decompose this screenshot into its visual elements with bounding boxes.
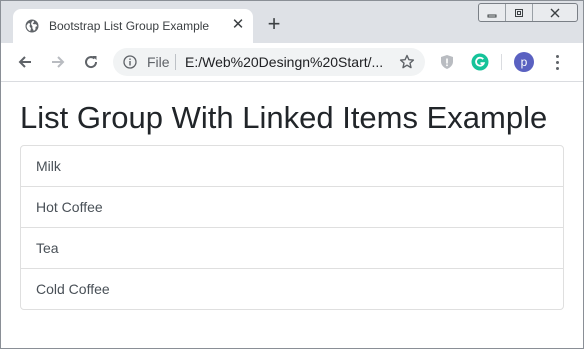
profile-avatar[interactable]: p bbox=[514, 52, 534, 72]
page-heading: List Group With Linked Items Example bbox=[20, 100, 548, 135]
close-window-button[interactable] bbox=[532, 4, 577, 21]
list-item-milk[interactable]: Milk bbox=[21, 146, 563, 186]
list-item-hot-coffee[interactable]: Hot Coffee bbox=[21, 186, 563, 227]
bookmark-star-icon[interactable] bbox=[399, 54, 415, 70]
shield-extension-icon[interactable] bbox=[437, 52, 457, 72]
reload-icon[interactable] bbox=[81, 52, 101, 72]
tab-close-icon[interactable]: ✕ bbox=[229, 16, 247, 34]
window-controls bbox=[478, 3, 578, 22]
address-divider bbox=[175, 54, 176, 70]
list-group: Milk Hot Coffee Tea Cold Coffee bbox=[20, 145, 564, 310]
url-text[interactable]: E:/Web%20Desingn%20Start/... bbox=[185, 54, 383, 70]
new-tab-button[interactable]: + bbox=[264, 13, 284, 35]
address-bar[interactable]: File E:/Web%20Desingn%20Start/... bbox=[113, 48, 425, 76]
url-scheme-label: File bbox=[147, 54, 170, 70]
globe-icon bbox=[25, 19, 39, 33]
forward-arrow-icon[interactable] bbox=[48, 52, 68, 72]
back-arrow-icon[interactable] bbox=[15, 52, 35, 72]
browser-toolbar: File E:/Web%20Desingn%20Start/... p bbox=[1, 43, 583, 82]
page-content: List Group With Linked Items Example Mil… bbox=[1, 82, 583, 348]
toolbar-separator bbox=[501, 54, 502, 70]
browser-window: Bootstrap List Group Example ✕ + File E:… bbox=[0, 0, 584, 349]
info-icon[interactable] bbox=[123, 55, 137, 69]
grammarly-icon[interactable] bbox=[470, 52, 490, 72]
active-tab[interactable]: Bootstrap List Group Example ✕ bbox=[13, 9, 253, 43]
list-item-tea[interactable]: Tea bbox=[21, 227, 563, 268]
tab-title: Bootstrap List Group Example bbox=[49, 19, 210, 33]
tab-strip: Bootstrap List Group Example ✕ + bbox=[1, 1, 583, 43]
minimize-button[interactable] bbox=[479, 4, 505, 21]
menu-dots-icon[interactable] bbox=[550, 52, 564, 72]
list-item-cold-coffee[interactable]: Cold Coffee bbox=[21, 268, 563, 309]
restore-button[interactable] bbox=[505, 4, 532, 21]
